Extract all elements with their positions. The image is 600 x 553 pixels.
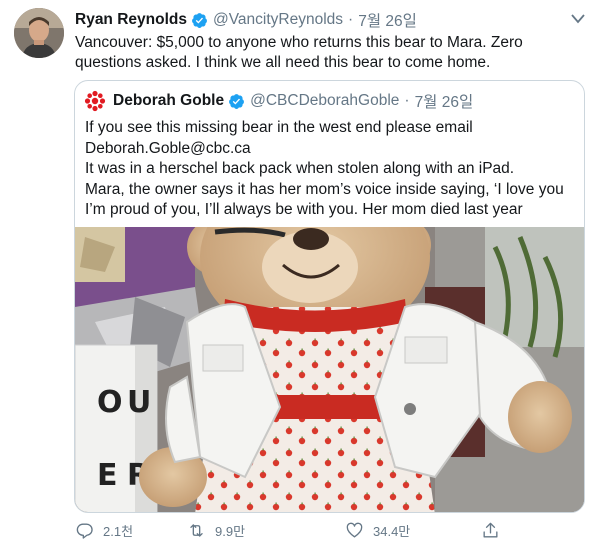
- quoted-header-separator: ·: [404, 92, 410, 109]
- quoted-text-line: I’m proud of you, I’ll always be with yo…: [85, 201, 523, 218]
- teddy-bear-photo[interactable]: O U E R: [75, 227, 584, 512]
- cbc-logo-icon: [84, 90, 106, 112]
- retweet-button[interactable]: 9.9만: [187, 521, 245, 540]
- retweet-icon: [190, 524, 203, 537]
- like-button[interactable]: 34.4만: [345, 521, 410, 540]
- author-handle[interactable]: @VancityReynolds: [213, 11, 343, 29]
- quoted-tweet-date[interactable]: 7월 26일: [415, 90, 474, 112]
- lightbox-letter: O: [97, 385, 123, 420]
- reply-icon: [76, 523, 93, 539]
- tweet-text: Vancouver: $5,000 to anyone who returns …: [75, 34, 523, 71]
- quoted-author-handle[interactable]: @CBCDeborahGoble: [250, 92, 399, 110]
- author-name[interactable]: Ryan Reynolds: [75, 11, 187, 29]
- quoted-text-line: Mara, the owner says it has her mom’s vo…: [85, 180, 564, 198]
- quoted-text-line: It was in a herschel back pack when stol…: [85, 160, 515, 177]
- reply-count: 2.1천: [103, 524, 134, 539]
- tweet[interactable]: Ryan Reynolds @VancityReynolds · 7월 26일 …: [0, 0, 600, 553]
- quoted-text-line: Deborah.Goble@cbc.ca: [85, 139, 251, 157]
- tweet-actions: 2.1천 9.9만 34.4만: [75, 521, 505, 545]
- lightbox-letter: U: [127, 385, 151, 420]
- heart-icon: [346, 522, 363, 538]
- like-count: 34.4만: [373, 524, 411, 539]
- quoted-tweet-header: Deborah Goble @CBCDeborahGoble · 7월 26일: [84, 90, 473, 112]
- share-button[interactable]: [481, 521, 509, 540]
- quoted-tweet[interactable]: Deborah Goble @CBCDeborahGoble · 7월 26일 …: [74, 80, 585, 513]
- tweet-date[interactable]: 7월 26일: [358, 9, 417, 31]
- quoted-text-line: If you see this missing bear in the west…: [85, 119, 473, 136]
- lightbox-letter: E: [97, 458, 118, 493]
- chevron-down-icon[interactable]: [568, 11, 588, 27]
- author-avatar[interactable]: [14, 8, 64, 58]
- header-separator: ·: [348, 11, 354, 28]
- quoted-author-name[interactable]: Deborah Goble: [113, 92, 224, 110]
- tweet-header: Ryan Reynolds @VancityReynolds · 7월 26일: [75, 9, 417, 31]
- verified-badge-icon: [191, 12, 208, 29]
- share-icon: [483, 522, 498, 538]
- retweet-count: 9.9만: [215, 524, 246, 539]
- reply-button[interactable]: 2.1천: [75, 521, 133, 540]
- verified-badge-icon: [228, 93, 245, 110]
- quoted-tweet-text: If you see this missing bear in the west…: [85, 118, 580, 221]
